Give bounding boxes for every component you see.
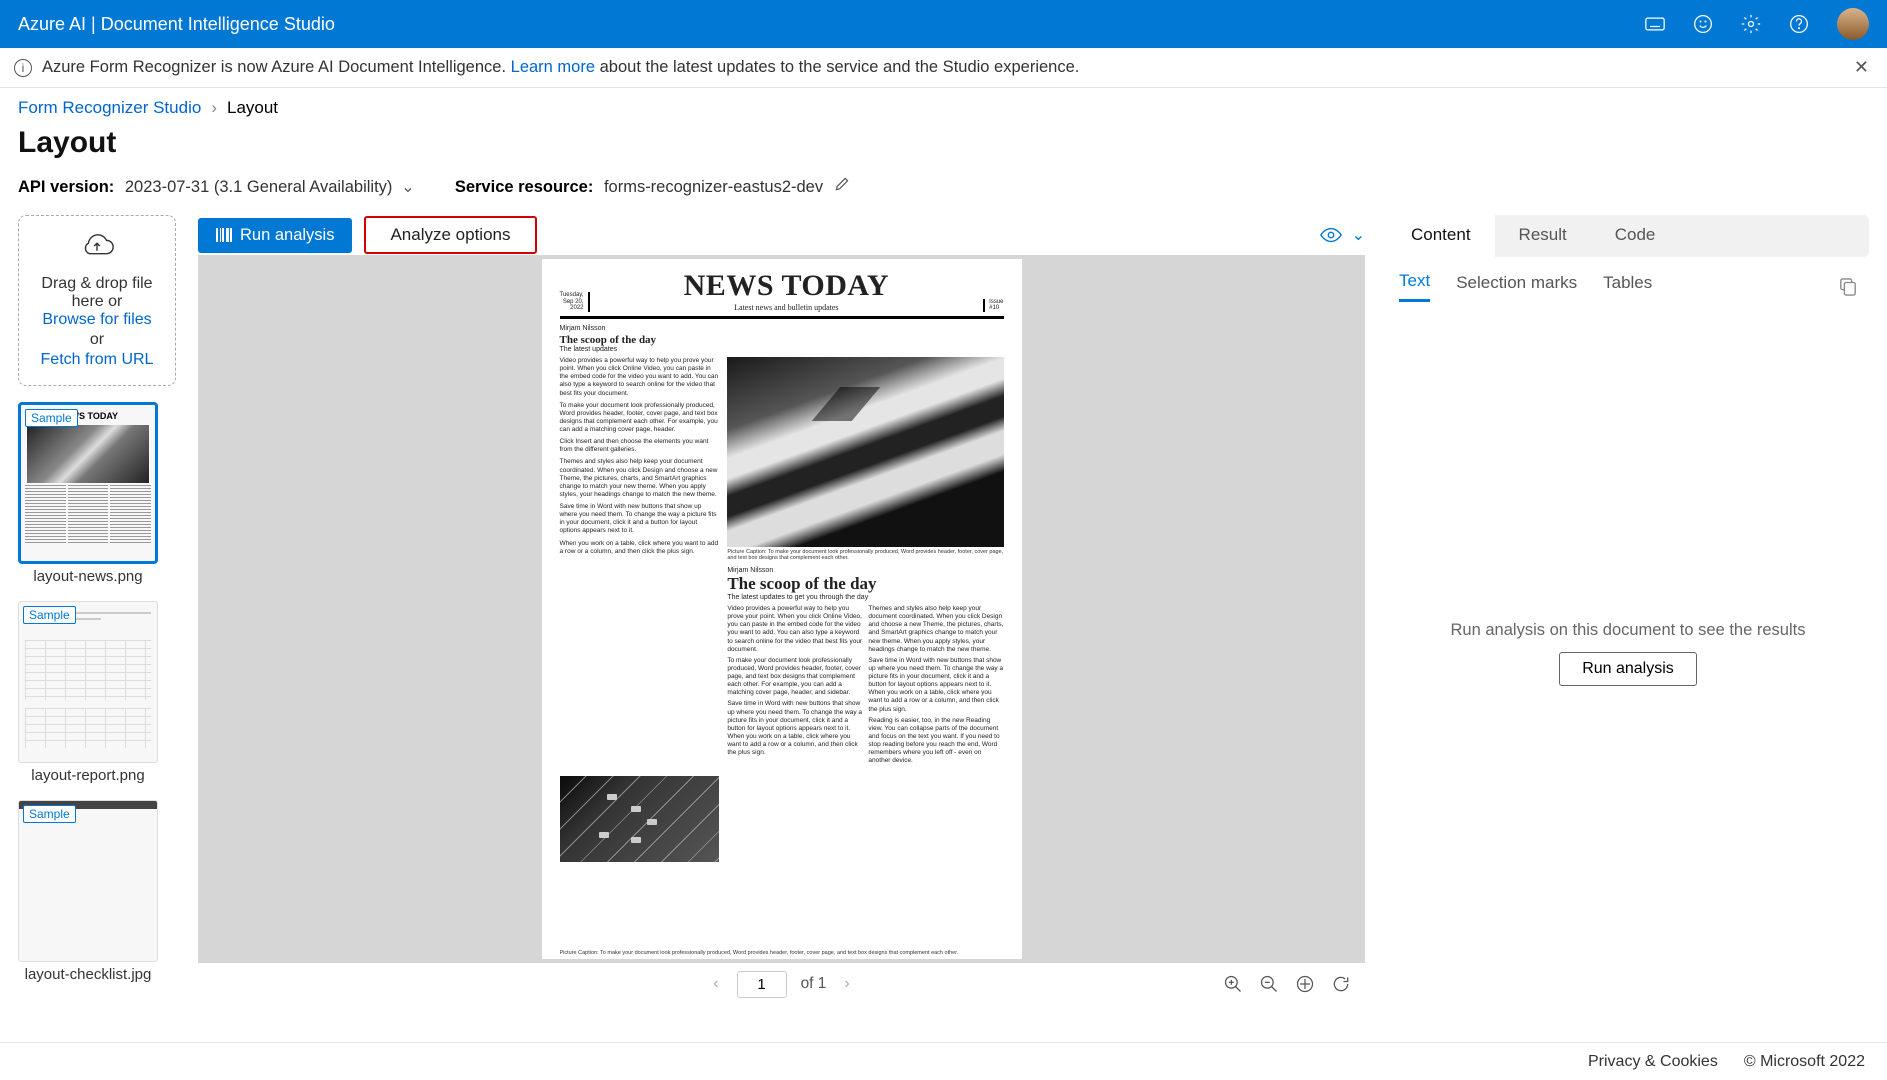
browse-files-link[interactable]: Browse for files — [27, 311, 167, 329]
page-total: of 1 — [801, 975, 827, 993]
run-analysis-button[interactable]: Run analysis — [198, 218, 352, 253]
thumbnail-item[interactable]: Sample layout-report.png — [18, 601, 158, 788]
notification-bar: i Azure Form Recognizer is now Azure AI … — [0, 48, 1887, 88]
tab-selection-marks[interactable]: Selection marks — [1456, 273, 1577, 301]
chevron-down-icon[interactable]: ⌄ — [1352, 225, 1365, 245]
edit-icon[interactable] — [834, 176, 850, 192]
page-footer: Privacy & Cookies © Microsoft 2022 — [0, 1042, 1887, 1080]
run-analysis-button-secondary[interactable]: Run analysis — [1559, 652, 1697, 686]
document-viewer: Run analysis Analyze options ⌄ Tuesday,S… — [198, 215, 1365, 1005]
document-page: Tuesday,Sep 20,2022 NEWS TODAYLatest new… — [542, 259, 1022, 959]
app-title: Azure AI | Document Intelligence Studio — [18, 14, 335, 35]
thumbnail-label: layout-news.png — [18, 564, 158, 589]
copy-icon[interactable] — [1839, 277, 1857, 297]
content-type-tabs: Text Selection marks Tables — [1387, 257, 1869, 302]
empty-message: Run analysis on this document to see the… — [1451, 621, 1806, 640]
learn-more-link[interactable]: Learn more — [511, 58, 595, 76]
thumbnail-label: layout-checklist.jpg — [18, 962, 158, 987]
thumbnail-label: layout-report.png — [18, 763, 158, 788]
viewer-toolbar: Run analysis Analyze options ⌄ — [198, 215, 1365, 255]
fetch-url-link[interactable]: Fetch from URL — [27, 351, 167, 369]
privacy-link[interactable]: Privacy & Cookies — [1588, 1053, 1718, 1071]
config-row: API version: 2023-07-31 (3.1 General Ava… — [0, 176, 1887, 215]
rotate-icon[interactable] — [1331, 974, 1351, 994]
breadcrumb-current: Layout — [227, 98, 278, 118]
help-icon[interactable] — [1789, 14, 1809, 34]
service-resource: Service resource: forms-recognizer-eastu… — [455, 176, 850, 197]
page-navigation: ‹ of 1 › — [198, 963, 1365, 1005]
tab-content[interactable]: Content — [1387, 215, 1495, 257]
next-page-button[interactable]: › — [840, 971, 853, 997]
sample-badge: Sample — [23, 805, 76, 823]
eye-icon[interactable] — [1320, 227, 1342, 243]
info-icon: i — [14, 59, 32, 77]
view-controls: ⌄ — [1320, 225, 1365, 245]
copyright: © Microsoft 2022 — [1744, 1053, 1865, 1071]
breadcrumb: Form Recognizer Studio › Layout — [0, 88, 1887, 122]
avatar[interactable] — [1837, 8, 1869, 40]
results-panel: Content Result Code Text Selection marks… — [1387, 215, 1869, 1005]
zoom-in-icon[interactable] — [1223, 974, 1243, 994]
close-icon[interactable]: ✕ — [1850, 53, 1873, 82]
zoom-out-icon[interactable] — [1259, 974, 1279, 994]
tab-code[interactable]: Code — [1591, 215, 1680, 257]
sample-badge: Sample — [23, 606, 76, 624]
dropzone[interactable]: Drag & drop file here or Browse for file… — [18, 215, 176, 386]
cloud-upload-icon — [78, 232, 116, 262]
breadcrumb-root[interactable]: Form Recognizer Studio — [18, 98, 201, 118]
chevron-right-icon: › — [211, 98, 217, 118]
fit-icon[interactable] — [1295, 974, 1315, 994]
thumbnail-item[interactable]: Sample NEWS TODAY layout-news.png — [18, 402, 158, 589]
gear-icon[interactable] — [1741, 14, 1761, 34]
main-content: Drag & drop file here or Browse for file… — [0, 215, 1887, 1005]
analyze-options-button[interactable]: Analyze options — [364, 216, 536, 254]
chevron-down-icon: ⌄ — [401, 178, 415, 196]
tab-result[interactable]: Result — [1495, 215, 1591, 257]
zoom-controls — [1223, 974, 1351, 994]
result-view-tabs: Content Result Code — [1387, 215, 1869, 257]
api-version-selector[interactable]: API version: 2023-07-31 (3.1 General Ava… — [18, 177, 415, 197]
results-empty-state: Run analysis on this document to see the… — [1387, 302, 1869, 1005]
file-panel: Drag & drop file here or Browse for file… — [18, 215, 176, 1005]
notice-text: Azure Form Recognizer is now Azure AI Do… — [42, 58, 1079, 77]
page-input[interactable] — [737, 971, 787, 998]
tab-tables[interactable]: Tables — [1603, 273, 1652, 301]
header-actions — [1645, 8, 1869, 40]
tab-text[interactable]: Text — [1399, 271, 1430, 302]
feedback-icon[interactable] — [1693, 14, 1713, 34]
document-canvas[interactable]: Tuesday,Sep 20,2022 NEWS TODAYLatest new… — [198, 255, 1365, 963]
prev-page-button[interactable]: ‹ — [709, 971, 722, 997]
thumbnail-item[interactable]: Sample layout-checklist.jpg — [18, 800, 158, 987]
keyboard-icon[interactable] — [1645, 14, 1665, 34]
analysis-icon — [216, 228, 232, 242]
app-header: Azure AI | Document Intelligence Studio — [0, 0, 1887, 48]
sample-badge: Sample — [25, 409, 78, 427]
page-title: Layout — [0, 122, 1887, 176]
thumbnail-list: Sample NEWS TODAY layout-news.png Sample — [18, 402, 176, 987]
